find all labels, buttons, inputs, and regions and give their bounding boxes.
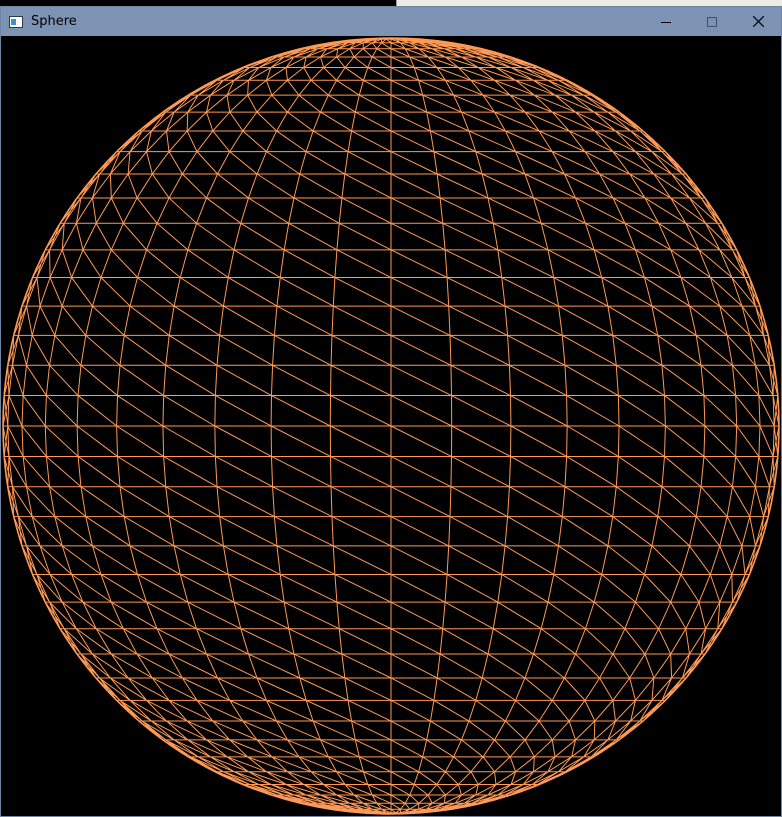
window-title: Sphere [31,14,77,29]
sphere-mesh [2,37,780,815]
maximize-button[interactable] [689,7,735,36]
maximize-icon [707,16,717,27]
minimize-icon [661,21,671,23]
close-icon [752,16,764,27]
minimize-button[interactable] [643,7,689,36]
close-button[interactable] [735,7,781,36]
app-window: Sphere [0,6,782,817]
window-controls [643,7,781,36]
title-bar[interactable]: Sphere [1,7,781,36]
wireframe-sphere [2,37,780,815]
render-canvas[interactable] [1,36,781,816]
app-icon[interactable] [9,15,23,28]
